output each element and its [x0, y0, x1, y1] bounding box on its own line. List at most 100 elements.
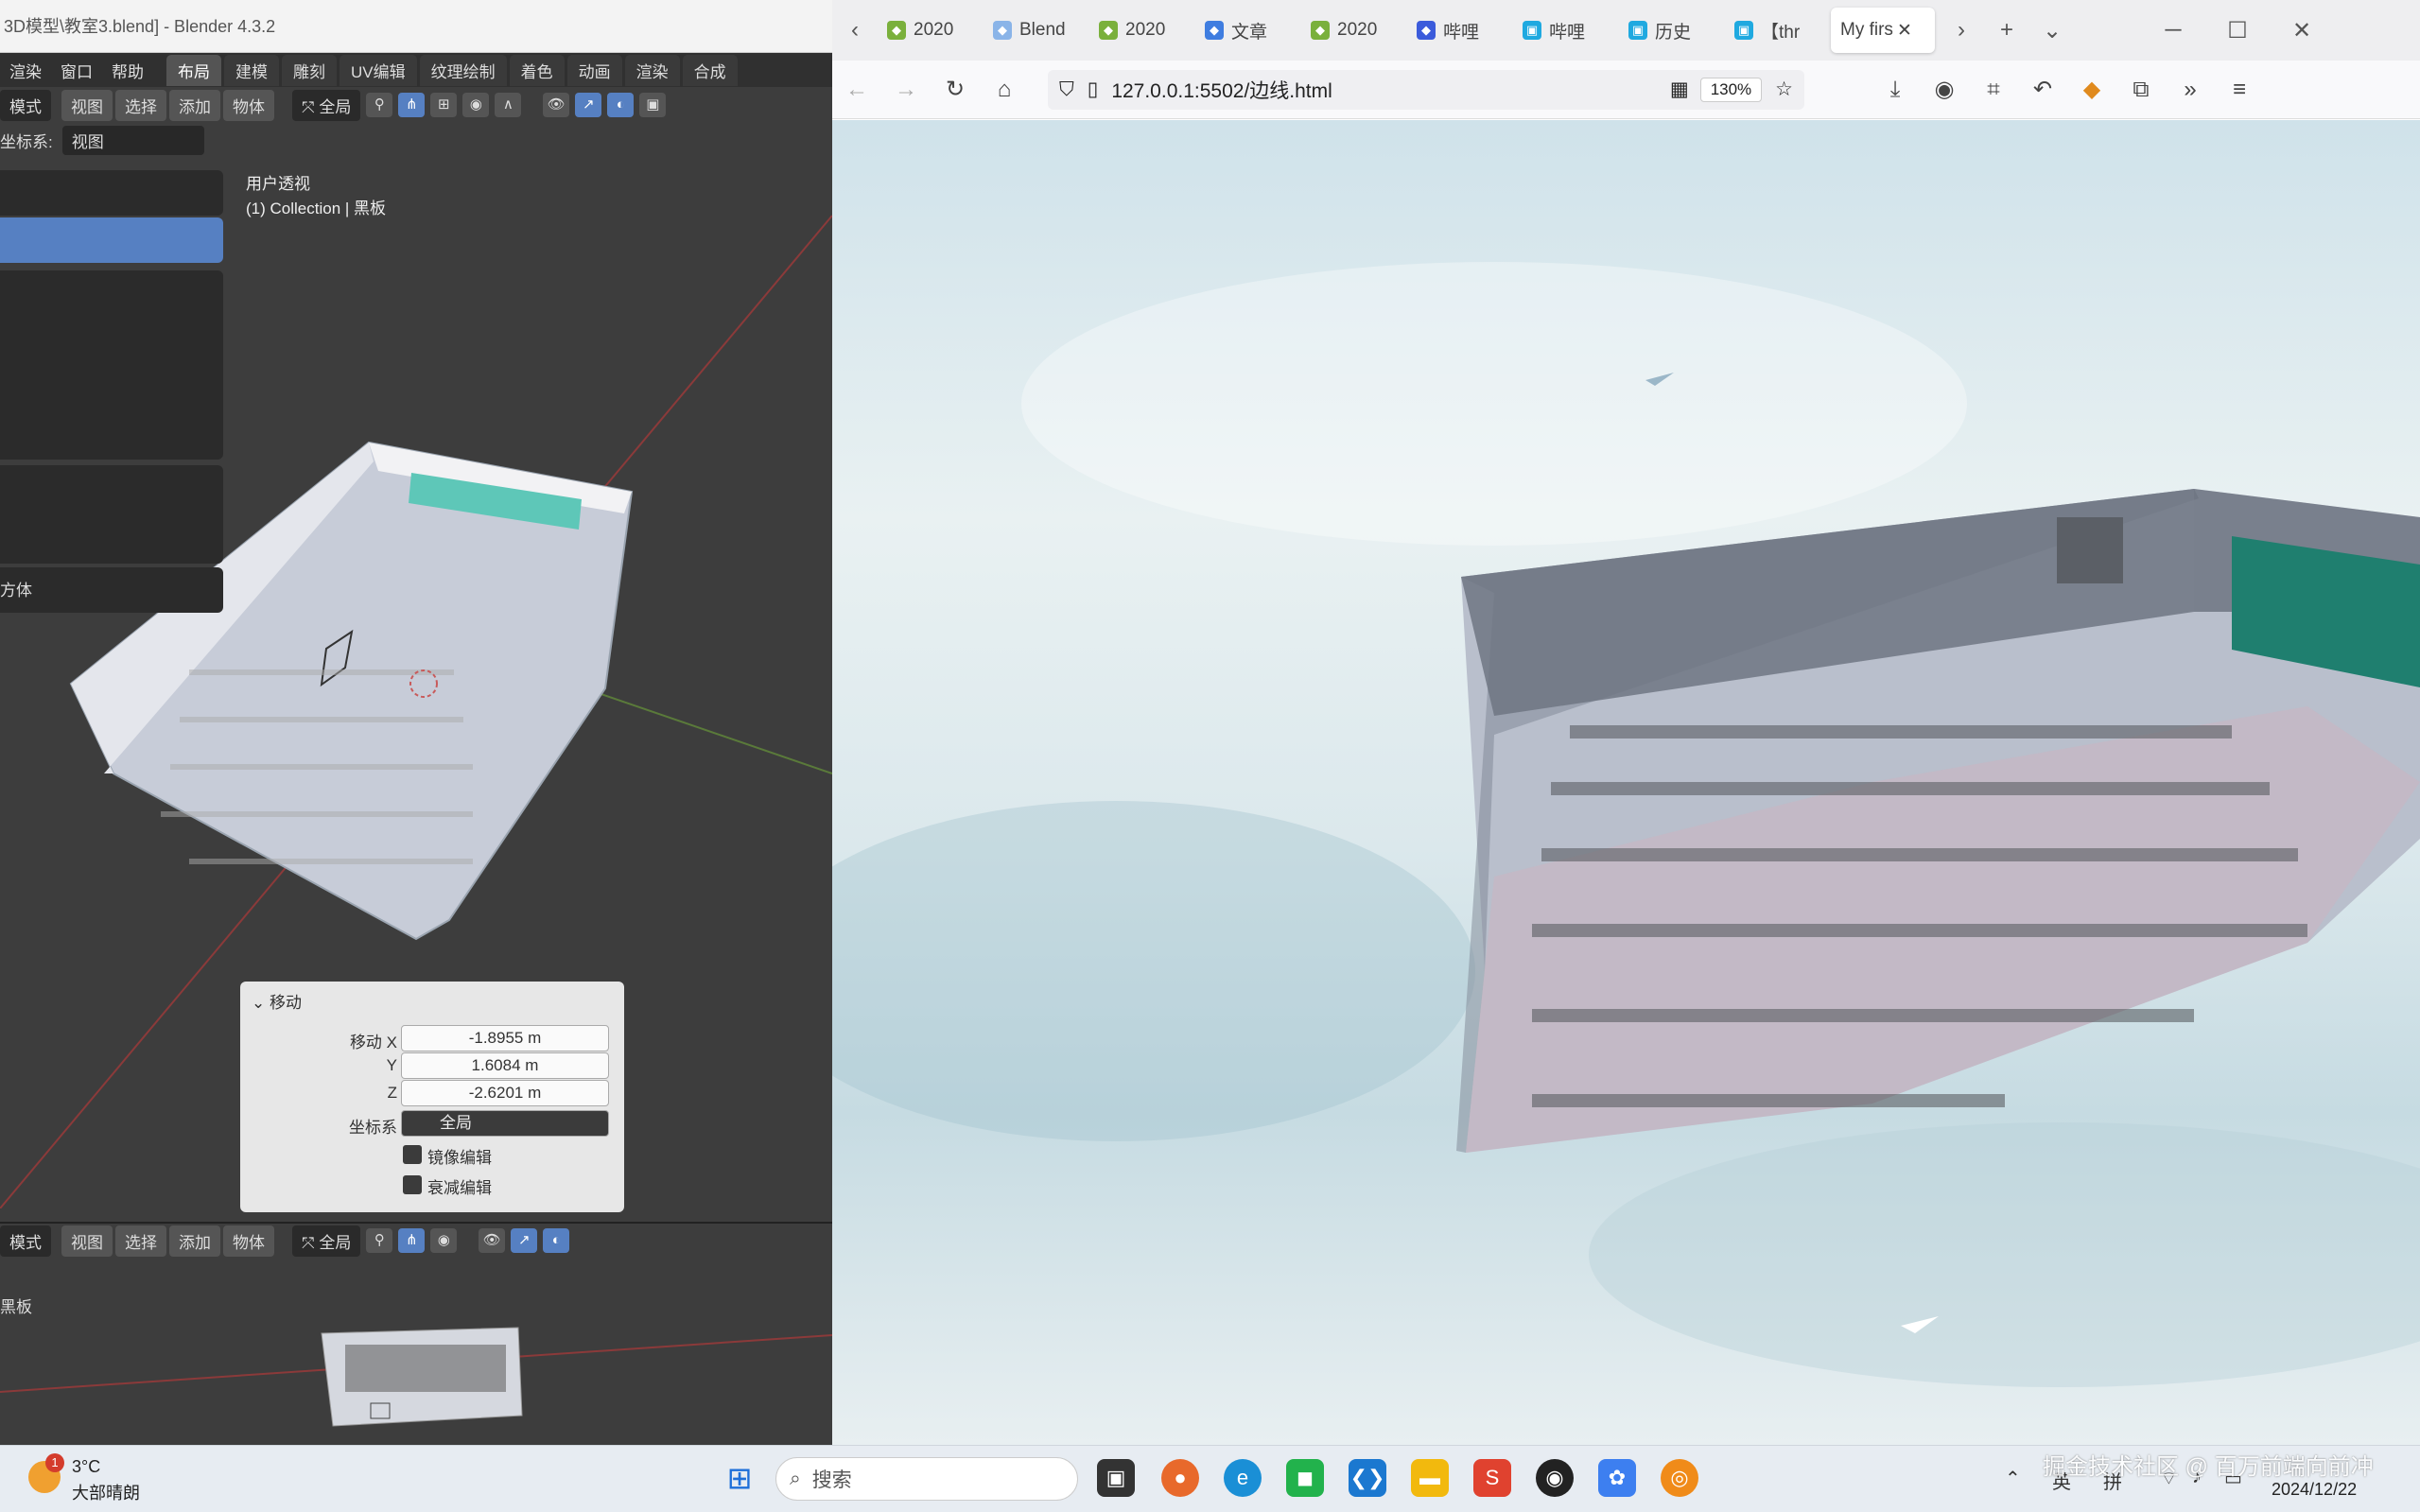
edge-icon[interactable]: e	[1224, 1459, 1262, 1497]
panel-block-3[interactable]	[0, 465, 223, 564]
bottom-pivot-icon[interactable]: ⚲	[366, 1228, 393, 1253]
bottom-visibility-icon[interactable]: 👁	[479, 1228, 506, 1253]
bottom-proportional-icon[interactable]: ◉	[430, 1228, 458, 1253]
tab-list-icon[interactable]: ⌄	[2029, 17, 2075, 44]
bottom-select-menu[interactable]: 选择	[115, 1225, 166, 1257]
browser-tab[interactable]: ▣ 【thr	[1725, 8, 1827, 53]
qr-code-icon[interactable]: ▦	[1670, 78, 1689, 101]
network-app-icon[interactable]: ✿	[1598, 1459, 1636, 1497]
address-bar[interactable]: ⛉ ▯ 127.0.0.1:5502/边线.html ▦ 130% ☆	[1048, 69, 1804, 110]
bottom-transform-select[interactable]: ⤧ 全局	[292, 1225, 361, 1257]
menu-icon[interactable]: ≡	[2215, 77, 2264, 103]
minimize-icon[interactable]: ─	[2150, 17, 2196, 43]
snap-icon[interactable]: ⋔	[398, 93, 426, 117]
tab-scroll-left-icon[interactable]: ‹	[832, 17, 878, 43]
pivot-icon[interactable]: ⚲	[366, 93, 393, 117]
bottom-overlay-icon[interactable]: ◐	[543, 1228, 570, 1253]
firefox-icon[interactable]: ●	[1161, 1459, 1199, 1497]
blender-icon[interactable]: ◎	[1661, 1459, 1698, 1497]
bottom-snap-icon[interactable]: ⋔	[398, 1228, 426, 1253]
zoom-level[interactable]: 130%	[1699, 77, 1763, 102]
tab-texture-paint[interactable]: 纹理绘制	[419, 54, 507, 86]
tab-layout[interactable]: 布局	[166, 54, 221, 86]
move-x-field[interactable]: -1.8955 m	[401, 1025, 609, 1051]
extensions-icon[interactable]: ⧉	[2116, 77, 2166, 103]
browser-tab[interactable]: ▣ 历史	[1619, 8, 1721, 53]
coord-select[interactable]: 视图	[61, 125, 204, 155]
gizmo-icon[interactable]: ↗	[575, 93, 602, 117]
forward-icon[interactable]: →	[881, 77, 931, 103]
qq-icon[interactable]: ◉	[1536, 1459, 1574, 1497]
undo-icon[interactable]: ↶	[2018, 76, 2067, 103]
tab-rendering[interactable]: 渲染	[624, 54, 680, 86]
browser-tab[interactable]: ◆ 2020	[1089, 8, 1192, 53]
account-icon[interactable]: ◉	[1920, 76, 1969, 103]
falloff-icon[interactable]: ∧	[495, 93, 522, 117]
mode-select[interactable]: 模式	[0, 89, 51, 121]
bookmark-star-icon[interactable]: ☆	[1775, 78, 1793, 101]
browser-tab[interactable]: ◆ Blend	[984, 8, 1086, 53]
coord-system-select[interactable]: 全局	[401, 1110, 609, 1137]
tab-modeling[interactable]: 建模	[224, 54, 279, 86]
panel-object-item[interactable]: 方体	[0, 567, 223, 613]
tab-uv-editing[interactable]: UV编辑	[339, 54, 417, 86]
active-browser-tab[interactable]: My firs ✕	[1831, 8, 1935, 53]
snap-target-icon[interactable]: ⊞	[430, 93, 458, 117]
visibility-icon[interactable]: 👁	[543, 93, 570, 117]
menu-render[interactable]: 渲染	[0, 59, 51, 82]
browser-tab[interactable]: ▣ 哔哩	[1513, 8, 1615, 53]
bottom-add-menu[interactable]: 添加	[169, 1225, 220, 1257]
panel-block-2[interactable]	[0, 270, 223, 460]
close-tab-icon[interactable]: ✕	[1897, 20, 1912, 42]
menu-help[interactable]: 帮助	[102, 59, 153, 82]
xray-icon[interactable]: ▣	[639, 93, 667, 117]
start-icon[interactable]: ⊞	[721, 1459, 758, 1497]
move-z-field[interactable]: -2.6201 m	[401, 1080, 609, 1106]
url-text[interactable]: 127.0.0.1:5502/边线.html	[1111, 76, 1670, 104]
new-tab-icon[interactable]: +	[1984, 17, 2029, 43]
back-icon[interactable]: ←	[832, 77, 881, 103]
browser-tab[interactable]: ◆ 文章	[1195, 8, 1297, 53]
browser-tab[interactable]: ◆ 哔哩	[1407, 8, 1509, 53]
tab-shading[interactable]: 着色	[509, 54, 565, 86]
object-menu[interactable]: 物体	[223, 89, 274, 121]
panel-block-1[interactable]	[0, 170, 223, 216]
tab-compositing[interactable]: 合成	[682, 54, 738, 86]
proportional-edit-checkbox[interactable]	[403, 1175, 422, 1194]
vscode-icon[interactable]: ❮❯	[1349, 1459, 1386, 1497]
tab-animation[interactable]: 动画	[566, 54, 622, 86]
bottom-viewport[interactable]: 黑板	[0, 1260, 832, 1445]
browser-tab[interactable]: ◆ 2020	[1301, 8, 1403, 53]
bottom-mode-select[interactable]: 模式	[0, 1225, 51, 1257]
bottom-object-menu[interactable]: 物体	[223, 1225, 274, 1257]
shield-icon[interactable]: ⛉	[1059, 78, 1074, 101]
screenshot-icon[interactable]: ⌗	[1969, 77, 2018, 103]
mirror-edit-checkbox[interactable]	[403, 1145, 422, 1164]
menu-window[interactable]: 窗口	[51, 59, 102, 82]
close-window-icon[interactable]: ✕	[2279, 17, 2324, 44]
view-menu[interactable]: 视图	[61, 89, 113, 121]
task-view-icon[interactable]: ▣	[1097, 1459, 1135, 1497]
operator-panel-header[interactable]: ⌄ 移动	[240, 982, 624, 1020]
tab-sculpting[interactable]: 雕刻	[282, 54, 337, 86]
taskbar-search[interactable]: ⌕ 搜索	[775, 1457, 1078, 1501]
wps-icon[interactable]: S	[1473, 1459, 1511, 1497]
proportional-edit-icon[interactable]: ◉	[462, 93, 490, 117]
tab-scroll-right-icon[interactable]: ›	[1939, 17, 1984, 43]
webgl-canvas[interactable]	[832, 120, 2420, 1445]
browser-tab[interactable]: ◆ 2020	[878, 8, 980, 53]
store-icon[interactable]: ◼	[1286, 1459, 1324, 1497]
move-y-field[interactable]: 1.6084 m	[401, 1052, 609, 1079]
file-explorer-icon[interactable]: ▬	[1411, 1459, 1449, 1497]
weather-widget[interactable]: 1 3°C 大部晴朗	[28, 1453, 180, 1504]
extension-shield-icon[interactable]: ◆	[2067, 76, 2116, 103]
clock-date[interactable]: 2024/12/22	[2272, 1480, 2357, 1500]
tray-overflow-icon[interactable]: ⌃	[2005, 1467, 2021, 1490]
more-tools-icon[interactable]: »	[2166, 77, 2215, 103]
home-icon[interactable]: ⌂	[980, 77, 1029, 103]
bottom-view-menu[interactable]: 视图	[61, 1225, 113, 1257]
reload-icon[interactable]: ↻	[931, 76, 980, 103]
download-icon[interactable]: ⤓	[1871, 77, 1920, 103]
panel-active-block[interactable]	[0, 217, 223, 263]
select-menu[interactable]: 选择	[115, 89, 166, 121]
